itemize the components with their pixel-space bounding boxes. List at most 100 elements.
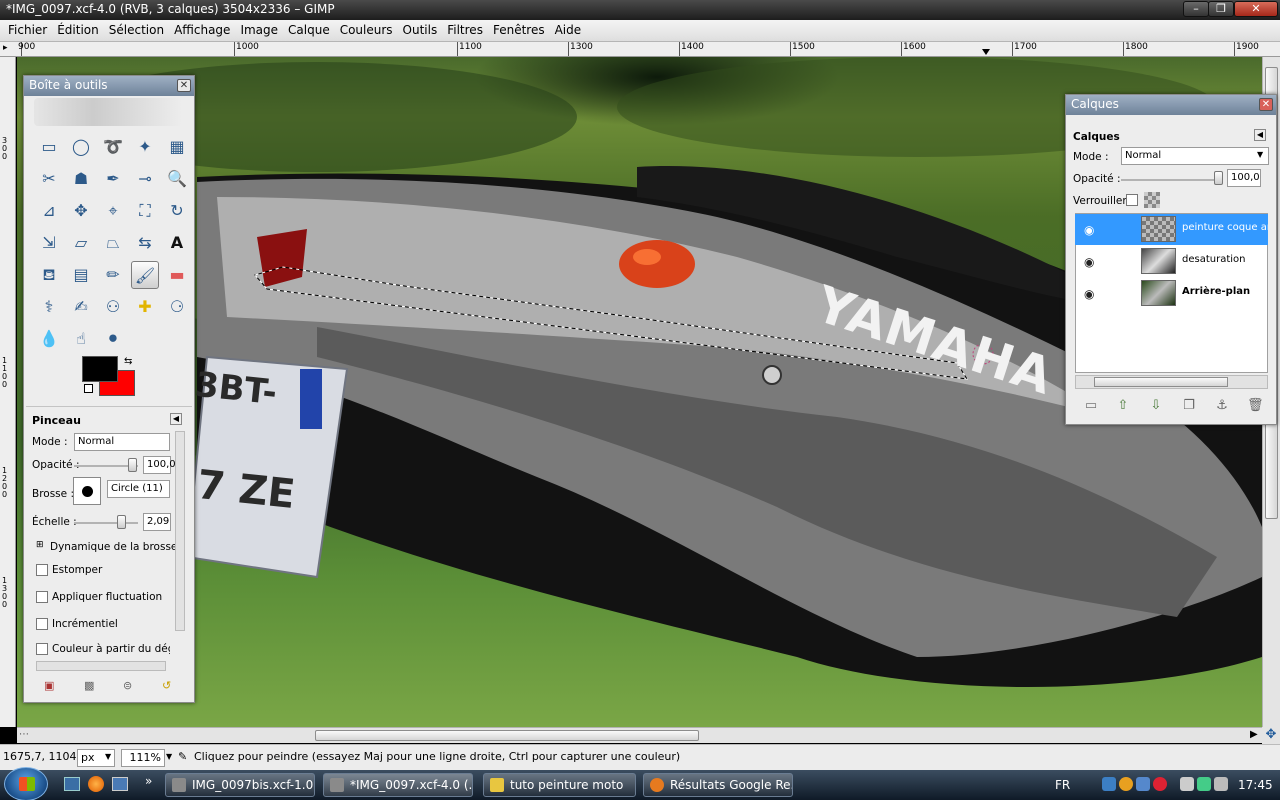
menu-image[interactable]: Image [235, 20, 283, 41]
taskbar-item[interactable]: IMG_0097bis.xcf-1.0 ... [165, 773, 315, 797]
zoom-dropdown-icon[interactable]: ▼ [166, 749, 172, 767]
fade-checkbox[interactable] [36, 564, 48, 576]
tray-device-icon[interactable] [1180, 777, 1194, 791]
menu-outils[interactable]: Outils [398, 20, 443, 41]
restore-options-icon[interactable]: ▩ [84, 679, 94, 692]
menu-filtres[interactable]: Filtres [442, 20, 488, 41]
new-layer-icon[interactable]: ▭ [1083, 398, 1099, 414]
ellipse-select-tool-icon[interactable]: ◯ [67, 133, 95, 161]
gradient-checkbox[interactable] [36, 643, 48, 655]
layers-close-icon[interactable]: ✕ [1259, 98, 1273, 111]
layers-titlebar[interactable]: Calques ✕ [1066, 95, 1276, 115]
heal-tool-icon[interactable]: ✚ [131, 293, 159, 321]
ruler-vertical[interactable]: 300 1100 1200 1300 [0, 57, 16, 727]
taskbar-item[interactable]: *IMG_0097.xcf-4.0 (... [323, 773, 473, 797]
paintbrush-tool-icon[interactable]: 🖌 [131, 261, 159, 289]
layers-opacity-knob[interactable] [1214, 171, 1223, 185]
scale-value[interactable]: 2,09 [143, 513, 171, 531]
options-menu-icon[interactable]: ◀ [170, 413, 182, 425]
align-tool-icon[interactable]: ⌖ [99, 197, 127, 225]
perspective-tool-icon[interactable]: ⏢ [99, 229, 127, 257]
menu-affichage[interactable]: Affichage [169, 20, 235, 41]
scale-slider-track[interactable] [74, 522, 138, 524]
tray-volume-icon[interactable] [1214, 777, 1228, 791]
minimize-button[interactable]: – [1183, 1, 1209, 17]
incremental-checkbox[interactable] [36, 618, 48, 630]
taskbar-item[interactable]: tuto peinture moto [483, 773, 636, 797]
quicklaunch-more-icon[interactable]: » [145, 774, 152, 788]
eye-icon[interactable]: ◉ [1084, 223, 1094, 237]
layers-opacity-track[interactable] [1121, 179, 1223, 181]
ruler-horizontal[interactable]: ▸ 900 1000 1100 1300 1400 1500 1600 1700… [0, 42, 1280, 57]
raise-layer-icon[interactable]: ⇧ [1115, 398, 1131, 414]
airbrush-tool-icon[interactable]: ⚕ [35, 293, 63, 321]
ink-tool-icon[interactable]: ✍ [67, 293, 95, 321]
blend-tool-icon[interactable]: ▤ [67, 261, 95, 289]
eye-icon[interactable]: ◉ [1084, 255, 1094, 269]
ruler-menu-icon[interactable]: ▸ [3, 43, 8, 53]
quick-mask-icon[interactable]: ⋯ [19, 729, 29, 740]
brush-preview[interactable] [73, 477, 101, 505]
dynamics-label[interactable]: Dynamique de la brosse [50, 541, 177, 553]
smudge-tool-icon[interactable]: ☝ [67, 325, 95, 353]
firefox-quicklaunch-icon[interactable] [88, 776, 104, 792]
text-tool-icon[interactable]: A [163, 229, 191, 257]
layer-row[interactable]: ◉ Arrière-plan [1075, 278, 1268, 309]
close-button[interactable]: ✕ [1234, 1, 1278, 17]
zoom-tool-icon[interactable]: 🔍 [163, 165, 191, 193]
horizontal-scroll-thumb[interactable] [315, 730, 699, 741]
fuzzy-select-tool-icon[interactable]: ✦ [131, 133, 159, 161]
bucket-fill-tool-icon[interactable]: ⛾ [35, 261, 63, 289]
show-desktop-icon[interactable] [64, 777, 80, 791]
swap-colors-icon[interactable]: ⇆ [124, 356, 132, 367]
window-titlebar[interactable]: *IMG_0097.xcf-4.0 (RVB, 3 calques) 3504x… [0, 0, 1280, 20]
language-indicator[interactable]: FR [1055, 770, 1070, 800]
scroll-right-arrow-icon[interactable]: ▶ [1250, 729, 1258, 740]
brush-select[interactable]: Circle (11) [107, 480, 170, 498]
options-vertical-scrollbar[interactable] [175, 431, 185, 631]
blur-tool-icon[interactable]: 💧 [35, 325, 63, 353]
rect-select-tool-icon[interactable]: ▭ [35, 133, 63, 161]
tray-network-icon[interactable] [1102, 777, 1116, 791]
delete-options-icon[interactable]: ⊜ [123, 679, 132, 692]
anchor-layer-icon[interactable]: ⚓ [1214, 398, 1230, 414]
horizontal-scrollbar[interactable]: ⋯ ▶ [17, 727, 1262, 743]
menu-couleurs[interactable]: Couleurs [335, 20, 398, 41]
layers-menu-icon[interactable]: ◀ [1254, 129, 1266, 141]
move-tool-icon[interactable]: ✥ [67, 197, 95, 225]
lower-layer-icon[interactable]: ⇩ [1148, 398, 1164, 414]
flip-tool-icon[interactable]: ⇆ [131, 229, 159, 257]
default-colors-icon[interactable] [84, 384, 93, 393]
reset-options-icon[interactable]: ↺ [162, 679, 171, 692]
pencil-tool-icon[interactable]: ✏ [99, 261, 127, 289]
layers-mode-dropdown-icon[interactable]: ▼ [1257, 150, 1263, 159]
shear-tool-icon[interactable]: ▱ [67, 229, 95, 257]
clock[interactable]: 17:45 [1238, 770, 1273, 800]
menu-calque[interactable]: Calque [283, 20, 335, 41]
scissors-tool-icon[interactable]: ✂ [35, 165, 63, 193]
menu-fichier[interactable]: Fichier [3, 20, 52, 41]
expand-icon[interactable]: ⊞ [36, 540, 44, 550]
delete-layer-icon[interactable]: 🗑 [1247, 398, 1264, 414]
opacity-slider-knob[interactable] [128, 458, 137, 472]
eraser-tool-icon[interactable]: ▬ [163, 261, 191, 289]
mode-select[interactable]: Normal [74, 433, 170, 451]
toolbox-titlebar[interactable]: Boîte à outils ✕ [24, 76, 194, 96]
maximize-button[interactable]: ❐ [1208, 1, 1234, 17]
scale-tool-icon[interactable]: ⇲ [35, 229, 63, 257]
options-horizontal-scrollbar[interactable] [36, 661, 166, 671]
rotate-tool-icon[interactable]: ↻ [163, 197, 191, 225]
zoom-select[interactable]: 111% [121, 749, 165, 767]
eye-icon[interactable]: ◉ [1084, 287, 1094, 301]
navigate-icon[interactable]: ✥ [1262, 727, 1280, 744]
menu-fenetres[interactable]: Fenêtres [488, 20, 550, 41]
color-picker-tool-icon[interactable]: ⊸ [131, 165, 159, 193]
start-button[interactable] [4, 767, 48, 800]
toolbox-close-icon[interactable]: ✕ [177, 79, 191, 92]
lock-alpha-checkbox[interactable] [1126, 194, 1138, 206]
color-select-tool-icon[interactable]: ▦ [163, 133, 191, 161]
foreground-select-tool-icon[interactable]: ☗ [67, 165, 95, 193]
crop-tool-icon[interactable]: ⛶ [131, 197, 159, 225]
opacity-value[interactable]: 100,0 [143, 456, 176, 474]
duplicate-layer-icon[interactable]: ❐ [1181, 398, 1197, 414]
